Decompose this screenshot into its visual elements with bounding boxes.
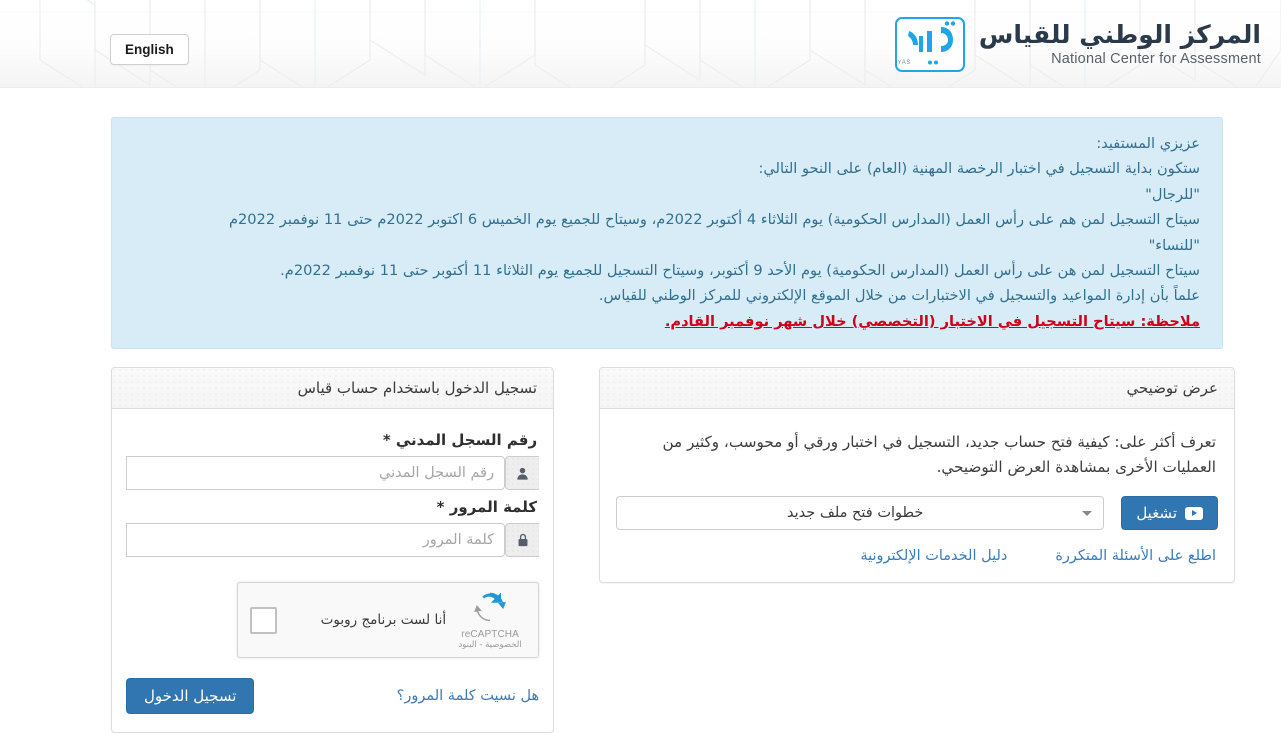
- civil-id-input-group: [126, 456, 540, 490]
- youtube-play-icon: [1185, 506, 1203, 520]
- faq-link[interactable]: اطلع على الأسئلة المتكررة: [1055, 548, 1216, 564]
- brand-text: المركز الوطني للقياس National Center for…: [978, 20, 1261, 68]
- password-input-group: [126, 523, 540, 557]
- demo-panel-title: عرض توضيحي: [600, 368, 1234, 409]
- user-icon: [505, 456, 540, 490]
- demo-links: اطلع على الأسئلة المتكررة دليل الخدمات ا…: [616, 548, 1218, 564]
- brand-name-arabic: المركز الوطني للقياس: [978, 20, 1261, 50]
- recaptcha-icon: [474, 592, 506, 621]
- site-header: English المركز الوطني للقياس National Ce…: [0, 0, 1281, 88]
- chevron-down-icon: [1082, 510, 1093, 516]
- eservices-guide-link[interactable]: دليل الخدمات الإلكترونية: [860, 548, 1007, 564]
- demo-topic-selected-value: خطوات فتح ملف جديد: [787, 505, 924, 521]
- announcement-banner: عزيزي المستفيد: ستكون بداية التسجيل في ا…: [111, 117, 1223, 350]
- notice-line-6: علماً بأن إدارة المواعيد والتسجيل في الا…: [598, 287, 1200, 305]
- password-input[interactable]: [126, 523, 506, 557]
- password-label: كلمة المرور *: [436, 498, 538, 516]
- language-toggle-button[interactable]: English: [110, 34, 189, 65]
- recaptcha-widget[interactable]: أنا لست برنامج روبوت reCAPTCHA الخصوصية …: [237, 582, 540, 658]
- recaptcha-terms-text: الخصوصية - البنود: [458, 640, 522, 651]
- notice-line-4: "للنساء": [1148, 236, 1200, 254]
- svg-text:QIYAS: QIYAS: [897, 60, 911, 66]
- login-submit-button[interactable]: تسجيل الدخول: [126, 678, 255, 714]
- play-video-button[interactable]: تشغيل: [1121, 496, 1218, 530]
- recaptcha-brand-text: reCAPTCHA: [461, 629, 519, 641]
- civil-id-input[interactable]: [126, 456, 506, 490]
- login-panel-title: تسجيل الدخول باستخدام حساب قياس: [112, 368, 554, 409]
- panels-row: تسجيل الدخول باستخدام حساب قياس رقم السج…: [111, 367, 1235, 733]
- recaptcha-branding: reCAPTCHA الخصوصية - البنود: [454, 590, 526, 651]
- notice-line-1: ستكون بداية التسجيل في اختبار الرخصة الم…: [758, 160, 1200, 178]
- notice-important-note: ملاحظة: سيتاح التسجيل في الاختبار (التخص…: [664, 312, 1200, 330]
- notice-line-2: "للرجال": [1145, 185, 1200, 203]
- recaptcha-label: أنا لست برنامج روبوت: [320, 612, 447, 628]
- forgot-password-link[interactable]: هل نسيت كلمة المرور؟: [397, 688, 539, 704]
- demo-panel: عرض توضيحي تعرف أكثر على: كيفية فتح حساب…: [599, 367, 1235, 583]
- demo-controls-row: خطوات فتح ملف جديد تشغيل: [616, 496, 1218, 530]
- login-footer: هل نسيت كلمة المرور؟ تسجيل الدخول: [126, 678, 539, 714]
- notice-line-3: سيتاح التسجيل لمن هم على رأس العمل (المد…: [228, 211, 1200, 229]
- brand-name-english: National Center for Assessment: [1051, 51, 1261, 68]
- demo-description: تعرف أكثر على: كيفية فتح حساب جديد، التس…: [662, 433, 1216, 476]
- play-button-label: تشغيل: [1136, 505, 1177, 522]
- brand-lockup: المركز الوطني للقياس National Center for…: [890, 17, 1261, 72]
- recaptcha-checkbox[interactable]: [250, 606, 278, 634]
- notice-line-0: عزيزي المستفيد:: [1096, 135, 1200, 152]
- lock-icon: [505, 523, 540, 557]
- notice-line-5: سيتاح التسجيل لمن هن على رأس العمل (المد…: [280, 262, 1200, 280]
- demo-topic-select[interactable]: خطوات فتح ملف جديد: [616, 496, 1105, 530]
- qiyas-logo-icon: QIYAS: [890, 17, 965, 72]
- civil-id-label: رقم السجل المدني *: [382, 431, 538, 449]
- login-panel: تسجيل الدخول باستخدام حساب قياس رقم السج…: [111, 367, 555, 733]
